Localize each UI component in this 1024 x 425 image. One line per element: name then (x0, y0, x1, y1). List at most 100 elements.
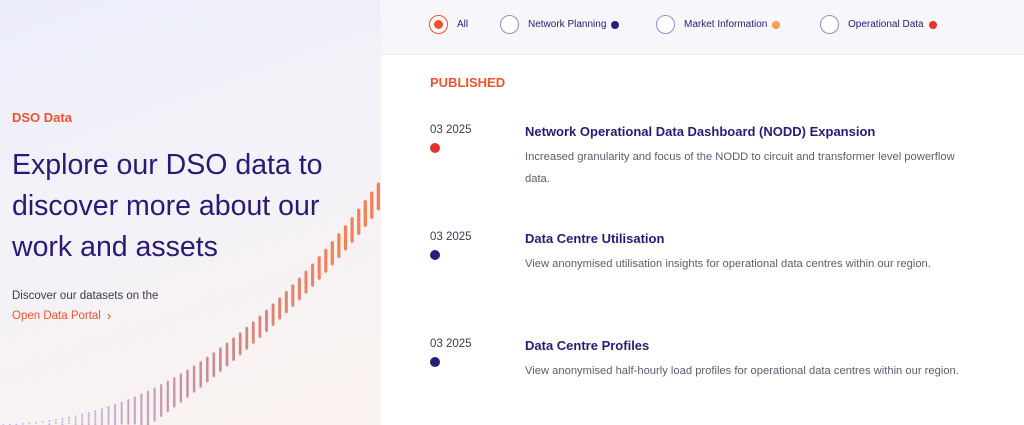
wave-dot (107, 414, 110, 417)
wave-dot (107, 418, 110, 421)
wave-dot (100, 416, 104, 420)
wave-dot (81, 416, 84, 419)
eyebrow-label: DSO Data (12, 110, 72, 125)
wave-dot (74, 415, 77, 418)
wave-dot (87, 412, 90, 415)
wave-dot (324, 269, 328, 273)
filter-network-planning[interactable]: Network Planning (500, 15, 620, 34)
wave-dot (245, 346, 249, 350)
wave-dot (107, 416, 110, 419)
section-heading: PUBLISHED (430, 75, 506, 90)
wave-dot (173, 405, 176, 408)
wave-dot (100, 408, 104, 411)
wave-dot (35, 421, 38, 424)
wave-dot (94, 412, 97, 415)
wave-dot (370, 215, 374, 219)
wave-dot (265, 329, 268, 333)
wave-dot (284, 310, 288, 314)
radio-network-planning[interactable] (500, 15, 519, 34)
wave-dot (94, 410, 97, 413)
wave-dot (192, 390, 196, 393)
wave-dot (153, 419, 156, 422)
wave-dot (278, 316, 282, 320)
filter-all-label: All (457, 19, 469, 30)
entry-date: 03 2025 (430, 231, 472, 243)
wave-dot (67, 416, 71, 419)
wave-dot (297, 297, 301, 301)
radio-all[interactable] (429, 15, 448, 34)
wave-dot (81, 421, 84, 424)
wave-dot (107, 420, 110, 423)
wave-dot (94, 414, 97, 417)
wave-dot (107, 406, 110, 409)
network-planning-legend-dot (611, 20, 620, 29)
wave-dot (251, 341, 255, 344)
wave-dot (357, 231, 361, 236)
wave-dot (81, 413, 84, 416)
wave-dot (87, 419, 90, 422)
filter-all[interactable]: All (429, 15, 468, 34)
wave-dot (41, 420, 44, 424)
page-headline: Explore our DSO data to discover more ab… (12, 149, 323, 263)
open-data-portal-link[interactable]: Open Data Portal › (12, 308, 111, 323)
wave-dot (311, 283, 315, 287)
wave-dot (87, 421, 90, 424)
wave-dot (271, 323, 275, 326)
filter-market-information[interactable]: Market Information (656, 15, 781, 34)
wave-dot (113, 413, 117, 417)
wave-dot (107, 408, 110, 411)
category-dot (430, 250, 440, 260)
entry-title-link[interactable]: Data Centre Profiles (525, 338, 649, 353)
hero-panel: DSO Data Explore our DSO data to discove… (0, 0, 381, 425)
wave-dot (317, 276, 321, 280)
entry-description: View anonymised utilisation insights for… (525, 258, 931, 270)
wave-dot (48, 420, 51, 423)
radio-operational-data[interactable] (820, 15, 839, 34)
wave-dot (212, 374, 216, 378)
category-dot (430, 357, 440, 367)
wave-dot (28, 422, 31, 425)
wave-dot (94, 416, 97, 420)
radio-market-information[interactable] (656, 15, 675, 34)
wave-dot (54, 419, 57, 422)
wave-dot (113, 415, 117, 419)
wave-dot (363, 223, 367, 227)
entry-description: Increased granularity and focus of the N… (525, 151, 955, 185)
entry-title-link[interactable]: Network Operational Data Dashboard (NODD… (525, 124, 875, 139)
wave-dot (291, 303, 295, 307)
entry-date: 03 2025 (430, 124, 472, 136)
wave-dot (94, 419, 97, 422)
wave-dot (113, 419, 117, 422)
wave-dot (113, 409, 117, 413)
wave-dot (107, 412, 110, 415)
filter-network-planning-label: Network Planning (528, 19, 607, 30)
wave-dot (238, 352, 242, 356)
wave-dot (304, 290, 308, 294)
wave-dot (186, 395, 189, 398)
wave-dot (74, 420, 77, 423)
wave-dot (166, 409, 170, 413)
wave-dot (219, 369, 222, 373)
entry-date: 03 2025 (430, 338, 472, 350)
discover-text: Discover our datasets on the (12, 290, 159, 302)
wave-dot (225, 363, 229, 367)
entry-title-link[interactable]: Data Centre Utilisation (525, 231, 664, 246)
filter-operational-data[interactable]: Operational Data (820, 15, 937, 34)
operational-data-legend-dot (928, 20, 937, 29)
wave-dot (54, 421, 57, 425)
wave-dot (61, 420, 64, 423)
wave-dot (179, 400, 183, 403)
wave-dot (67, 419, 71, 422)
wave-dot (107, 410, 110, 413)
wave-dot (100, 418, 104, 422)
filter-market-information-label: Market Information (684, 19, 768, 30)
wave-dot (87, 416, 90, 419)
wave-dot (100, 412, 104, 415)
wave-dot (113, 421, 117, 424)
wave-dot (87, 414, 90, 417)
wave-dot (159, 414, 163, 418)
portal-link-label: Open Data Portal (12, 309, 101, 322)
filter-operational-data-label: Operational Data (848, 19, 924, 30)
wave-dot (100, 410, 104, 413)
category-dot (430, 143, 440, 153)
